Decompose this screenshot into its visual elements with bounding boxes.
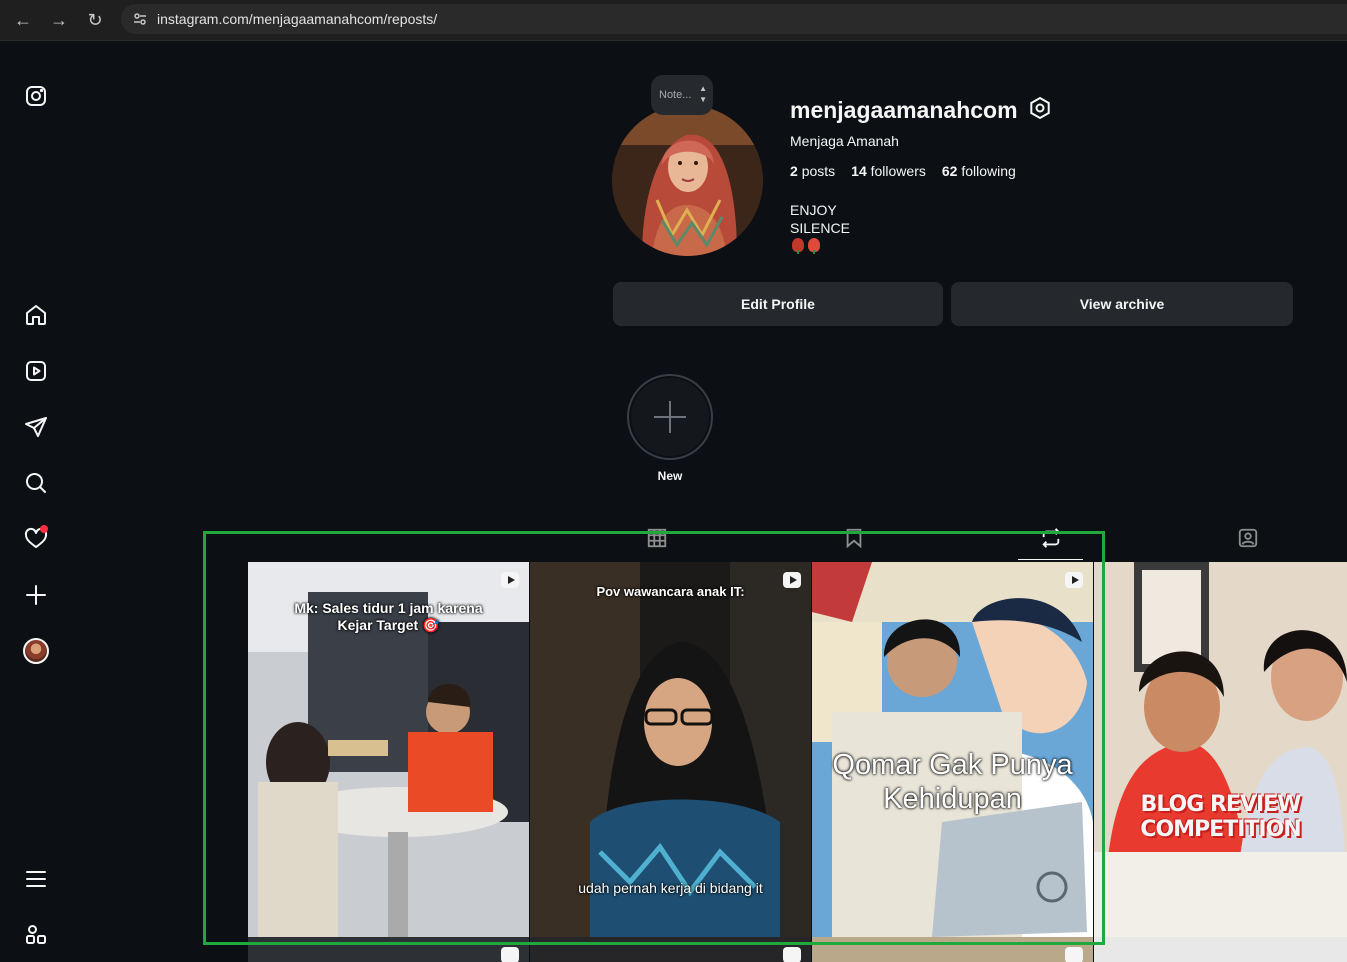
tile-caption-bottom: udah pernah kerja di bidang it	[578, 880, 763, 896]
bio-line: ENJOY	[790, 202, 837, 218]
tile-caption: Qomar Gak Punya Kehidupan	[832, 749, 1073, 815]
also-from-meta-icon[interactable]	[22, 921, 50, 949]
bio: ENJOY SILENCE	[790, 201, 850, 237]
browser-toolbar: ← → ↻ instagram.com/menjagaamanahcom/rep…	[0, 0, 1347, 41]
rose-emoji-icon	[808, 238, 820, 254]
grid-tile[interactable]: Pov wawancara anak IT: udah pernah kerja…	[530, 562, 811, 937]
bookmark-icon	[846, 528, 862, 549]
note-bubble[interactable]: Note... ▲ ▼	[651, 75, 713, 115]
tile-caption: Mk: Sales tidur 1 jam karena Kejar Targe…	[294, 600, 483, 633]
tab-saved[interactable]	[842, 526, 866, 550]
posts-count: 2	[790, 163, 798, 179]
reel-icon	[501, 572, 519, 588]
grid-tile[interactable]: BLOG REVIEW COMPETITION	[1094, 562, 1347, 937]
tab-reposts[interactable]	[1039, 526, 1063, 550]
profile-picture[interactable]	[612, 105, 763, 256]
grid-tile[interactable]	[248, 937, 529, 962]
new-highlight-label: New	[657, 469, 683, 483]
reel-icon	[783, 947, 801, 962]
bio-emoji	[792, 238, 820, 254]
menu-icon[interactable]	[22, 865, 50, 893]
search-icon[interactable]	[22, 469, 50, 497]
direct-icon[interactable]	[22, 413, 50, 441]
username: menjagaamanahcom	[790, 97, 1018, 123]
create-icon[interactable]	[22, 581, 50, 609]
address-bar[interactable]: instagram.com/menjagaamanahcom/reposts/	[121, 4, 1347, 34]
instagram-logo-icon[interactable]	[22, 82, 50, 110]
url-text: instagram.com/menjagaamanahcom/reposts/	[157, 11, 438, 27]
tagged-icon	[1238, 528, 1258, 548]
profile-avatar[interactable]	[22, 637, 50, 665]
reels-icon[interactable]	[22, 357, 50, 385]
full-name: Menjaga Amanah	[790, 133, 899, 149]
forward-icon[interactable]: →	[41, 2, 77, 38]
reload-icon[interactable]: ↻	[77, 2, 113, 38]
grid-icon	[647, 528, 667, 548]
profile-stats: 2 posts 14 followers 62 following	[790, 163, 1016, 179]
bio-line: SILENCE	[790, 220, 850, 236]
posts-stat: 2 posts	[790, 163, 835, 179]
profile-photo-image	[612, 105, 763, 256]
following-count: 62	[941, 163, 958, 179]
following-stat[interactable]: 62 following	[942, 163, 1016, 179]
posts-label: posts	[801, 163, 836, 179]
followers-count: 14	[851, 163, 867, 179]
note-placeholder: Note...	[659, 89, 692, 101]
reel-icon	[1065, 947, 1083, 962]
site-settings-icon[interactable]	[129, 8, 151, 30]
note-arrows-icon: ▲ ▼	[699, 84, 707, 104]
reel-icon	[1065, 572, 1083, 588]
rose-emoji-icon	[792, 238, 804, 254]
tile-caption-top: Pov wawancara anak IT:	[596, 584, 745, 599]
edit-profile-button[interactable]: Edit Profile	[613, 282, 943, 326]
grid-tile[interactable]: Mk: Sales tidur 1 jam karena Kejar Targe…	[248, 562, 529, 937]
followers-label: followers	[870, 163, 926, 179]
grid-tile[interactable]	[1094, 937, 1347, 962]
notification-dot	[40, 525, 48, 533]
notifications-icon[interactable]	[22, 525, 50, 553]
following-label: following	[961, 163, 1016, 179]
view-archive-button[interactable]: View archive	[951, 282, 1293, 326]
grid-tile[interactable]	[530, 937, 811, 962]
grid-tile[interactable]	[812, 937, 1093, 962]
tab-posts[interactable]	[645, 526, 669, 550]
new-highlight-button[interactable]	[627, 374, 713, 460]
tab-tagged[interactable]	[1236, 526, 1260, 550]
tile-thumbnail	[1094, 562, 1347, 937]
avatar	[23, 638, 49, 664]
reel-icon	[501, 947, 519, 962]
settings-gear-icon[interactable]	[1028, 96, 1052, 125]
repost-icon	[1042, 528, 1060, 548]
tile-caption: BLOG REVIEW COMPETITION	[1140, 792, 1301, 842]
sidebar	[0, 41, 72, 962]
grid-tile[interactable]: Qomar Gak Punya Kehidupan	[812, 562, 1093, 937]
username-row: menjagaamanahcom	[790, 96, 1052, 125]
home-icon[interactable]	[22, 301, 50, 329]
active-tab-indicator	[1018, 559, 1083, 560]
plus-icon	[654, 401, 686, 433]
followers-stat[interactable]: 14 followers	[851, 163, 926, 179]
back-icon[interactable]: ←	[5, 2, 41, 38]
